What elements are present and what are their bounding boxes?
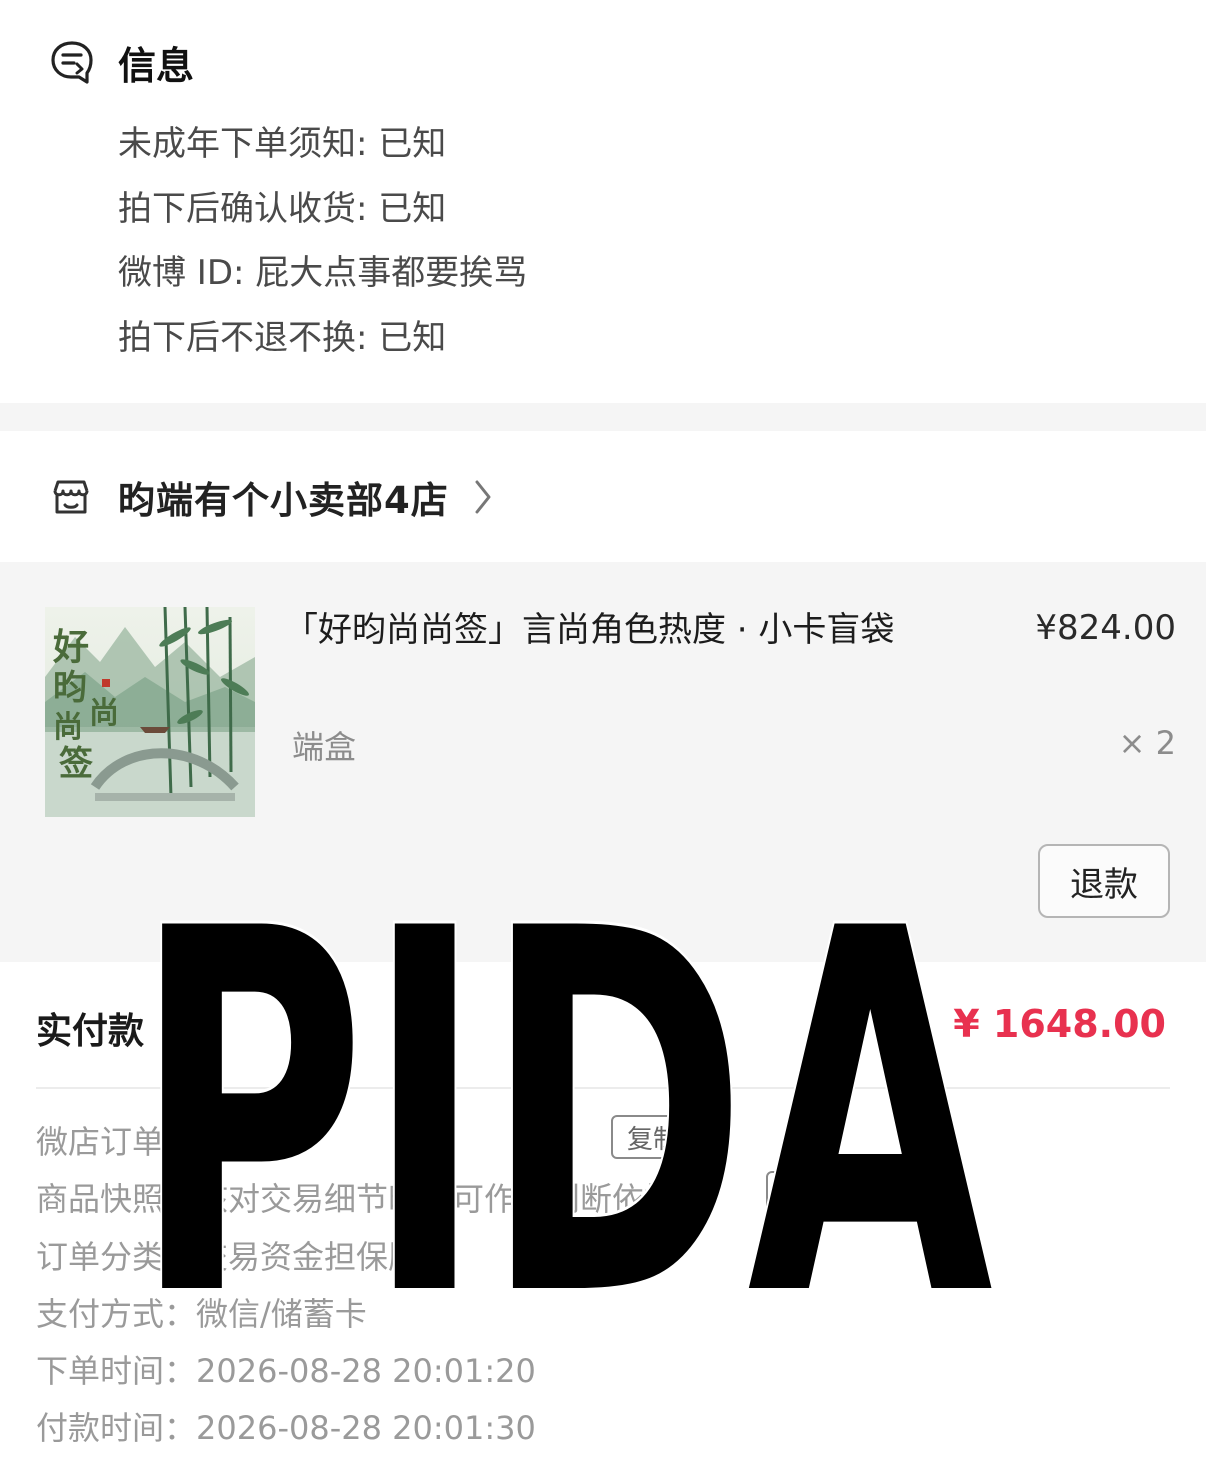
detail-value: 交易资金担保服务	[196, 1238, 453, 1276]
product-title[interactable]: 「好昀尚尚签」言尚角色热度 · 小卡盲袋	[284, 606, 904, 654]
info-line-weibo-id: 微博 ID: 屁大点事都要挨骂	[118, 253, 528, 293]
section-divider	[0, 403, 1206, 431]
svg-text:签: 签	[59, 744, 93, 784]
detail-key: 微店订单号：	[36, 1123, 229, 1161]
product-quantity: × 2	[1118, 724, 1176, 762]
chevron-right-icon[interactable]	[473, 478, 493, 516]
product-card[interactable]: 好 昀 尚 尚 签 「好昀尚尚签」言尚角色热度 · 小卡盲袋 ¥824.00 端…	[0, 562, 1206, 962]
detail-key: 付款时间：	[36, 1409, 197, 1447]
payment-section: 实付款 ¥ 1648.00 微店订单号： 复制 商品快照：核对交易细节时，可作为…	[0, 962, 1206, 1465]
detail-value: 2026-08-28 20:01:20	[196, 1352, 536, 1390]
detail-key: 订单分类：	[36, 1238, 197, 1276]
detail-value: 核对交易细节时，可作为判断依据	[196, 1180, 677, 1218]
detail-value: 2026-08-28 20:01:30	[196, 1409, 536, 1447]
svg-text:好: 好	[52, 626, 89, 668]
shop-link[interactable]: 昀端有个小卖部4店	[48, 467, 493, 527]
paid-amount-value: ¥ 1648.00	[953, 1002, 1166, 1046]
detail-payment-method: 支付方式：微信/储蓄卡	[36, 1289, 367, 1335]
detail-order-category: 订单分类：交易资金担保服务	[36, 1232, 452, 1278]
product-image[interactable]: 好 昀 尚 尚 签	[45, 607, 255, 817]
payment-divider	[36, 1087, 1170, 1089]
info-line-minor-notice: 未成年下单须知: 已知	[118, 124, 447, 164]
detail-key: 商品快照：	[36, 1180, 197, 1218]
copy-order-number-button[interactable]: 复制	[611, 1115, 691, 1159]
shop-name[interactable]: 昀端有个小卖部4店	[118, 470, 449, 524]
info-header: 信息	[48, 34, 194, 90]
product-price: ¥824.00	[1035, 608, 1176, 648]
info-title: 信息	[118, 43, 195, 88]
refund-button[interactable]: 退款	[1038, 844, 1170, 918]
info-lines: 未成年下单须知: 已知 拍下后确认收货: 已知 微博 ID: 屁大点事都要挨骂 …	[118, 112, 527, 370]
detail-order-time: 下单时间：2026-08-28 20:01:20	[36, 1346, 536, 1392]
detail-order-number: 微店订单号：	[36, 1117, 228, 1163]
info-line-confirm-receipt: 拍下后确认收货: 已知	[118, 188, 447, 229]
detail-value: 微信/储蓄卡	[196, 1295, 367, 1333]
order-info-section: 信息 未成年下单须知: 已知 拍下后确认收货: 已知 微博 ID: 屁大点事都要…	[0, 0, 1206, 403]
paid-amount-label: 实付款	[36, 1011, 145, 1052]
detail-key: 下单时间：	[36, 1352, 197, 1390]
shop-row[interactable]: 昀端有个小卖部4店	[0, 431, 1206, 562]
info-line-no-return: 拍下后不退不换: 已知	[118, 317, 447, 358]
svg-text:昀: 昀	[53, 668, 87, 708]
detail-snapshot[interactable]: 商品快照：核对交易细节时，可作为判断依据	[36, 1174, 676, 1220]
view-snapshot-button[interactable]	[766, 1171, 858, 1215]
chat-note-icon	[48, 38, 96, 86]
storefront-icon	[48, 474, 94, 520]
product-spec: 端盒	[292, 728, 357, 766]
svg-text:尚: 尚	[89, 696, 119, 731]
detail-payment-time: 付款时间：2026-08-28 20:01:30	[36, 1403, 536, 1449]
svg-text:尚: 尚	[53, 710, 83, 745]
detail-key: 支付方式：	[36, 1295, 197, 1333]
